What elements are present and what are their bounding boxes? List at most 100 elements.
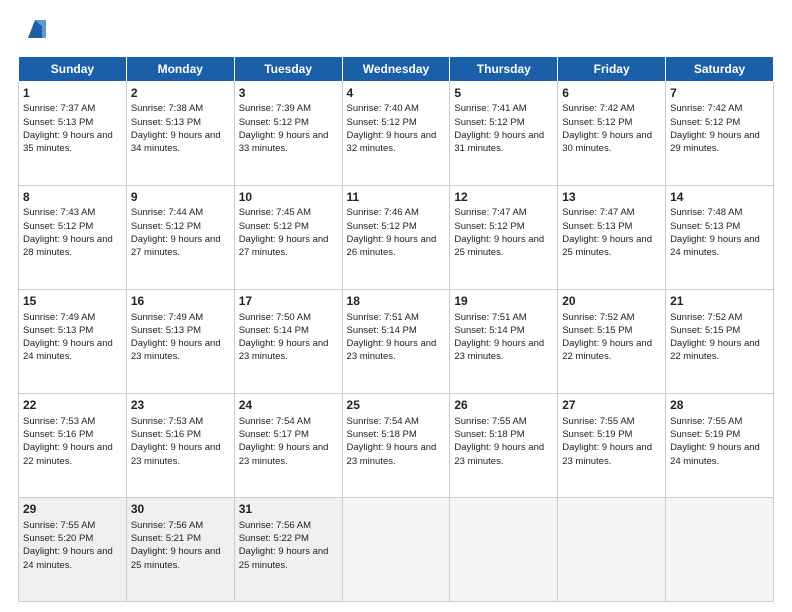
sunrise-text: Sunrise: 7:48 AM [670,207,742,218]
day-number: 10 [239,189,338,206]
dow-header-saturday: Saturday [666,56,774,81]
sunrise-text: Sunrise: 7:42 AM [562,103,634,114]
calendar-cell: 19Sunrise: 7:51 AMSunset: 5:14 PMDayligh… [450,289,558,393]
sunrise-text: Sunrise: 7:52 AM [670,312,742,323]
sunrise-text: Sunrise: 7:55 AM [454,416,526,427]
calendar-cell: 15Sunrise: 7:49 AMSunset: 5:13 PMDayligh… [19,289,127,393]
sunset-text: Sunset: 5:13 PM [23,325,93,336]
daylight-text: Daylight: 9 hours and 23 minutes. [562,442,652,466]
daylight-text: Daylight: 9 hours and 33 minutes. [239,130,329,154]
sunrise-text: Sunrise: 7:55 AM [23,520,95,531]
daylight-text: Daylight: 9 hours and 24 minutes. [23,338,113,362]
sunrise-text: Sunrise: 7:54 AM [239,416,311,427]
sunset-text: Sunset: 5:12 PM [454,117,524,128]
day-number: 27 [562,397,661,414]
sunset-text: Sunset: 5:21 PM [131,533,201,544]
sunset-text: Sunset: 5:14 PM [454,325,524,336]
sunrise-text: Sunrise: 7:54 AM [347,416,419,427]
sunrise-text: Sunrise: 7:50 AM [239,312,311,323]
day-number: 21 [670,293,769,310]
day-number: 28 [670,397,769,414]
daylight-text: Daylight: 9 hours and 24 minutes. [23,546,113,570]
calendar-cell: 1Sunrise: 7:37 AMSunset: 5:13 PMDaylight… [19,81,127,185]
calendar-cell: 12Sunrise: 7:47 AMSunset: 5:12 PMDayligh… [450,185,558,289]
daylight-text: Daylight: 9 hours and 25 minutes. [239,546,329,570]
daylight-text: Daylight: 9 hours and 23 minutes. [454,442,544,466]
sunset-text: Sunset: 5:13 PM [131,325,201,336]
dow-header-wednesday: Wednesday [342,56,450,81]
calendar-cell: 11Sunrise: 7:46 AMSunset: 5:12 PMDayligh… [342,185,450,289]
sunset-text: Sunset: 5:12 PM [23,221,93,232]
calendar-cell: 9Sunrise: 7:44 AMSunset: 5:12 PMDaylight… [126,185,234,289]
dow-header-sunday: Sunday [19,56,127,81]
sunrise-text: Sunrise: 7:44 AM [131,207,203,218]
calendar-cell: 22Sunrise: 7:53 AMSunset: 5:16 PMDayligh… [19,393,127,497]
sunset-text: Sunset: 5:12 PM [347,221,417,232]
sunset-text: Sunset: 5:13 PM [670,221,740,232]
daylight-text: Daylight: 9 hours and 22 minutes. [670,338,760,362]
sunset-text: Sunset: 5:12 PM [454,221,524,232]
logo [18,18,46,46]
daylight-text: Daylight: 9 hours and 23 minutes. [131,442,221,466]
day-number: 5 [454,85,553,102]
calendar-cell: 17Sunrise: 7:50 AMSunset: 5:14 PMDayligh… [234,289,342,393]
daylight-text: Daylight: 9 hours and 25 minutes. [131,546,221,570]
daylight-text: Daylight: 9 hours and 31 minutes. [454,130,544,154]
day-number: 17 [239,293,338,310]
day-number: 25 [347,397,446,414]
sunrise-text: Sunrise: 7:47 AM [454,207,526,218]
day-number: 8 [23,189,122,206]
dow-header-friday: Friday [558,56,666,81]
day-number: 3 [239,85,338,102]
day-number: 12 [454,189,553,206]
calendar-cell: 26Sunrise: 7:55 AMSunset: 5:18 PMDayligh… [450,393,558,497]
sunrise-text: Sunrise: 7:43 AM [23,207,95,218]
sunrise-text: Sunrise: 7:52 AM [562,312,634,323]
sunset-text: Sunset: 5:12 PM [239,117,309,128]
daylight-text: Daylight: 9 hours and 30 minutes. [562,130,652,154]
dow-header-tuesday: Tuesday [234,56,342,81]
sunset-text: Sunset: 5:19 PM [670,429,740,440]
sunset-text: Sunset: 5:13 PM [131,117,201,128]
sunrise-text: Sunrise: 7:38 AM [131,103,203,114]
calendar-cell [342,497,450,601]
sunrise-text: Sunrise: 7:46 AM [347,207,419,218]
daylight-text: Daylight: 9 hours and 32 minutes. [347,130,437,154]
sunrise-text: Sunrise: 7:49 AM [23,312,95,323]
logo-icon [24,20,46,42]
calendar-cell: 23Sunrise: 7:53 AMSunset: 5:16 PMDayligh… [126,393,234,497]
sunset-text: Sunset: 5:12 PM [347,117,417,128]
dow-header-monday: Monday [126,56,234,81]
sunrise-text: Sunrise: 7:47 AM [562,207,634,218]
sunrise-text: Sunrise: 7:51 AM [347,312,419,323]
daylight-text: Daylight: 9 hours and 27 minutes. [239,234,329,258]
calendar-cell: 20Sunrise: 7:52 AMSunset: 5:15 PMDayligh… [558,289,666,393]
day-number: 1 [23,85,122,102]
day-number: 24 [239,397,338,414]
calendar-cell: 29Sunrise: 7:55 AMSunset: 5:20 PMDayligh… [19,497,127,601]
day-number: 23 [131,397,230,414]
sunrise-text: Sunrise: 7:53 AM [23,416,95,427]
sunset-text: Sunset: 5:12 PM [239,221,309,232]
day-number: 14 [670,189,769,206]
dow-header-thursday: Thursday [450,56,558,81]
sunset-text: Sunset: 5:12 PM [670,117,740,128]
calendar-cell: 2Sunrise: 7:38 AMSunset: 5:13 PMDaylight… [126,81,234,185]
sunrise-text: Sunrise: 7:37 AM [23,103,95,114]
sunrise-text: Sunrise: 7:49 AM [131,312,203,323]
sunset-text: Sunset: 5:14 PM [347,325,417,336]
day-number: 11 [347,189,446,206]
daylight-text: Daylight: 9 hours and 23 minutes. [347,338,437,362]
calendar-cell: 7Sunrise: 7:42 AMSunset: 5:12 PMDaylight… [666,81,774,185]
day-number: 4 [347,85,446,102]
daylight-text: Daylight: 9 hours and 35 minutes. [23,130,113,154]
calendar-cell: 10Sunrise: 7:45 AMSunset: 5:12 PMDayligh… [234,185,342,289]
calendar-cell: 18Sunrise: 7:51 AMSunset: 5:14 PMDayligh… [342,289,450,393]
calendar-cell: 28Sunrise: 7:55 AMSunset: 5:19 PMDayligh… [666,393,774,497]
sunrise-text: Sunrise: 7:55 AM [670,416,742,427]
daylight-text: Daylight: 9 hours and 23 minutes. [239,338,329,362]
daylight-text: Daylight: 9 hours and 22 minutes. [562,338,652,362]
day-number: 6 [562,85,661,102]
daylight-text: Daylight: 9 hours and 27 minutes. [131,234,221,258]
sunset-text: Sunset: 5:17 PM [239,429,309,440]
